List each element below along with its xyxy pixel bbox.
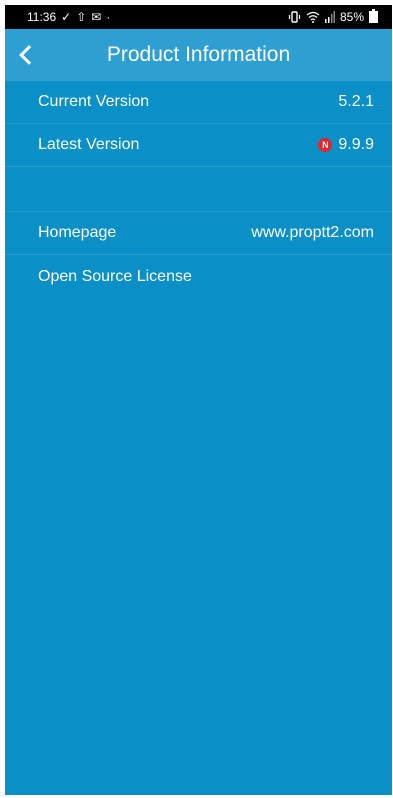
vibrate-icon: [288, 11, 301, 23]
section-spacer: [5, 167, 392, 212]
info-list: Current Version 5.2.1 Latest Version N 9…: [5, 81, 392, 298]
new-badge: N: [318, 138, 333, 152]
current-version-value: 5.2.1: [338, 93, 374, 110]
status-time: 11:36: [27, 10, 57, 24]
latest-version-value: 9.9.9: [338, 136, 374, 153]
homepage-label: Homepage: [38, 224, 117, 241]
status-left: 11:36 ✓ ⇧ ✉ ·: [27, 10, 110, 24]
back-button[interactable]: [5, 29, 49, 81]
latest-version-value-wrap: N 9.9.9: [318, 136, 374, 154]
app-header: Product Information: [5, 29, 392, 81]
message-notification-icon: ✉: [91, 10, 102, 24]
chevron-left-icon: [19, 45, 39, 65]
screen: 11:36 ✓ ⇧ ✉ · 85% Product Information Cu…: [5, 5, 392, 795]
homepage-row[interactable]: Homepage www.proptt2.com: [5, 212, 392, 255]
page-title: Product Information: [106, 43, 291, 66]
upload-notification-icon: ⇧: [76, 10, 87, 24]
more-notification-icon: ·: [106, 10, 111, 24]
open-source-license-label: Open Source License: [38, 267, 192, 285]
status-bar: 11:36 ✓ ⇧ ✉ · 85%: [5, 5, 392, 29]
latest-version-row[interactable]: Latest Version N 9.9.9: [5, 124, 392, 167]
wifi-icon: [306, 11, 320, 23]
status-right: 85%: [288, 9, 378, 24]
open-source-license-row[interactable]: Open Source License: [5, 255, 392, 298]
signal-icon: [324, 11, 335, 23]
latest-version-label: Latest Version: [38, 136, 140, 153]
check-notification-icon: ✓: [61, 10, 72, 24]
battery-icon: [369, 9, 378, 23]
battery-percent: 85%: [339, 10, 364, 24]
homepage-value[interactable]: www.proptt2.com: [251, 224, 374, 242]
current-version-label: Current Version: [38, 93, 150, 110]
current-version-row: Current Version 5.2.1: [5, 81, 392, 124]
